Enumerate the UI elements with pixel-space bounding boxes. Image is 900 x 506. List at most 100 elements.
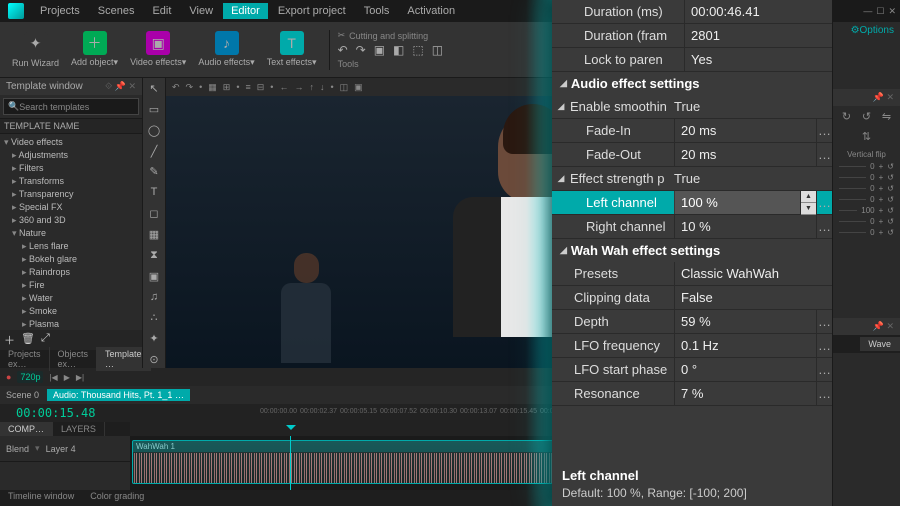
- enable-smoothing-row[interactable]: ◢Enable smoothinTrue: [552, 95, 832, 119]
- search-templates-input[interactable]: 🔍 Search templates: [3, 98, 139, 115]
- template-tree[interactable]: Video effectsAdjustmentsFiltersTransform…: [0, 134, 142, 330]
- arrow-icon[interactable]: →: [294, 82, 303, 92]
- more-button[interactable]: …: [816, 215, 832, 238]
- undo-icon[interactable]: ↶: [172, 82, 180, 93]
- expand-icon[interactable]: ⤢: [41, 332, 50, 348]
- tool-icon[interactable]: ↶: [338, 43, 348, 57]
- effect-strength-row[interactable]: ◢Effect strength pTrue: [552, 167, 832, 191]
- more-button[interactable]: …: [816, 358, 832, 381]
- more-button[interactable]: …: [816, 310, 832, 333]
- close-button[interactable]: ✕: [888, 6, 896, 17]
- record-icon[interactable]: ●: [6, 372, 11, 382]
- playhead[interactable]: [290, 436, 291, 490]
- more-button[interactable]: …: [816, 334, 832, 357]
- reset-icon[interactable]: ↺: [887, 184, 894, 193]
- counter-icon[interactable]: ⧗: [146, 249, 162, 264]
- shape-icon[interactable]: ◯: [146, 124, 162, 139]
- grid-icon[interactable]: ▦: [208, 82, 217, 93]
- brush-icon[interactable]: ✦: [146, 332, 162, 347]
- pin-icon[interactable]: ⟐ 📌 ✕: [105, 81, 136, 92]
- reset-icon[interactable]: ↺: [887, 217, 894, 226]
- audio-icon[interactable]: ♫: [146, 291, 162, 306]
- reset-icon[interactable]: ↺: [887, 228, 894, 237]
- prev-frame-button[interactable]: |◀: [49, 373, 57, 382]
- arrow-icon[interactable]: ↑: [309, 82, 314, 92]
- line-icon[interactable]: ╱: [146, 145, 162, 160]
- menu-export[interactable]: Export project: [270, 3, 354, 19]
- pen-icon[interactable]: ✎: [146, 165, 162, 180]
- section-audio-effect[interactable]: Audio effect settings: [552, 72, 832, 95]
- tool-icon[interactable]: ⬚: [412, 43, 423, 57]
- reset-icon[interactable]: ↺: [887, 206, 894, 215]
- flip-horizontal-icon[interactable]: ⇋: [880, 110, 894, 124]
- maximize-button[interactable]: ☐: [876, 6, 884, 17]
- arrow-icon[interactable]: ←: [279, 82, 288, 92]
- redo-icon[interactable]: ↷: [186, 82, 194, 93]
- tree-item[interactable]: Special FX: [0, 201, 142, 214]
- layer-icon[interactable]: ◫: [340, 82, 349, 93]
- menu-view[interactable]: View: [181, 3, 221, 19]
- arrow-icon[interactable]: ↓: [320, 82, 325, 92]
- tab-comp[interactable]: COMP…: [0, 422, 53, 436]
- menu-projects[interactable]: Projects: [32, 3, 88, 19]
- snap-icon[interactable]: ⊞: [223, 82, 231, 93]
- tab-color-grading[interactable]: Color grading: [82, 490, 152, 506]
- run-wizard-button[interactable]: ✦Run Wizard: [8, 30, 63, 70]
- tree-item[interactable]: Bokeh glare: [0, 253, 142, 266]
- tree-item[interactable]: Raindrops: [0, 266, 142, 279]
- scene-label[interactable]: Scene 0: [6, 390, 39, 400]
- tab-projects-explorer[interactable]: Projects ex…: [0, 347, 50, 371]
- more-button[interactable]: …: [816, 382, 832, 405]
- menu-activation[interactable]: Activation: [399, 3, 463, 19]
- tree-item[interactable]: Video effects: [0, 136, 142, 149]
- align-icon[interactable]: ≡: [245, 82, 250, 92]
- tab-timeline-window[interactable]: Timeline window: [0, 490, 82, 506]
- options-link[interactable]: ⚙Options: [833, 22, 900, 39]
- tree-item[interactable]: Nature: [0, 227, 142, 240]
- tree-item[interactable]: 360 and 3D: [0, 214, 142, 227]
- reset-icon[interactable]: ↺: [887, 162, 894, 171]
- tree-item[interactable]: Fire: [0, 279, 142, 292]
- next-frame-button[interactable]: ▶|: [76, 373, 84, 382]
- add-template-button[interactable]: ＋: [4, 332, 15, 348]
- tree-item[interactable]: Water: [0, 292, 142, 305]
- template-column-header[interactable]: TEMPLATE NAME: [0, 118, 142, 134]
- rotate-icon[interactable]: ↻: [840, 110, 854, 124]
- tab-wave[interactable]: Wave: [860, 337, 900, 351]
- tab-layers[interactable]: LAYERS: [53, 422, 105, 436]
- tree-item[interactable]: Transforms: [0, 175, 142, 188]
- tree-item[interactable]: Filters: [0, 162, 142, 175]
- rect-icon[interactable]: ▭: [146, 103, 162, 118]
- menu-scenes[interactable]: Scenes: [90, 3, 143, 19]
- tree-item[interactable]: Adjustments: [0, 149, 142, 162]
- audio-effects-button[interactable]: ♪Audio effects▾: [194, 29, 258, 70]
- chart-icon[interactable]: ▦: [146, 228, 162, 243]
- minimize-button[interactable]: —: [863, 6, 872, 16]
- menu-editor[interactable]: Editor: [223, 3, 268, 19]
- audio-track-tab[interactable]: Audio: Thousand Hits, Pt. 1_1 …: [47, 389, 190, 401]
- section-wahwah[interactable]: Wah Wah effect settings: [552, 239, 832, 262]
- reset-icon[interactable]: ↺: [887, 173, 894, 182]
- cursor-icon[interactable]: ↖: [146, 82, 162, 97]
- resolution-selector[interactable]: 720p: [17, 371, 43, 383]
- spinner-control[interactable]: ▲▼: [800, 191, 816, 215]
- tool-icon[interactable]: ◫: [432, 43, 443, 57]
- left-channel-row[interactable]: Left channel100 %▲▼…: [552, 191, 832, 215]
- align-icon[interactable]: ⊟: [257, 82, 265, 93]
- text-icon[interactable]: T: [146, 186, 162, 201]
- tree-item[interactable]: Transparency: [0, 188, 142, 201]
- flip-vertical-icon[interactable]: ⇅: [860, 130, 874, 144]
- picker-icon[interactable]: ⊙: [146, 353, 162, 368]
- video-effects-button[interactable]: ▣Video effects▾: [126, 29, 190, 70]
- more-button[interactable]: …: [816, 143, 832, 166]
- spray-icon[interactable]: ∴: [146, 311, 162, 326]
- scissors-icon[interactable]: ✂: [338, 30, 346, 41]
- menu-edit[interactable]: Edit: [144, 3, 179, 19]
- tooltip-icon[interactable]: ◻: [146, 207, 162, 222]
- reset-icon[interactable]: ↺: [887, 195, 894, 204]
- tree-item[interactable]: Smoke: [0, 305, 142, 318]
- more-button[interactable]: …: [816, 119, 832, 142]
- tool-icon[interactable]: ▣: [374, 43, 385, 57]
- remove-template-button[interactable]: 🗑: [21, 332, 35, 348]
- tool-icon[interactable]: ↷: [356, 43, 366, 57]
